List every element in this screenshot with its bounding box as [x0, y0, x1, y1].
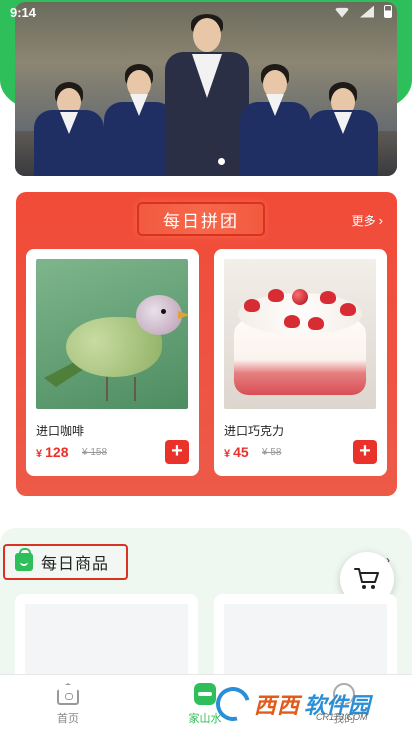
- add-to-cart-button[interactable]: +: [165, 440, 189, 464]
- product-card[interactable]: 进口咖啡 ¥128 ¥ 158 +: [26, 249, 199, 476]
- product-image[interactable]: [224, 259, 376, 409]
- currency-symbol: ¥: [36, 448, 43, 460]
- banner-person: [237, 26, 313, 176]
- watermark-url: CR173.COM: [316, 712, 368, 722]
- shopping-bag-icon: [15, 548, 33, 571]
- product-name: 进口巧克力: [224, 424, 285, 438]
- watermark-logo-icon: [209, 680, 257, 728]
- group-buy-title: 每日拼团: [163, 211, 239, 231]
- product-price: ¥128: [36, 444, 68, 460]
- battery-icon: [384, 5, 392, 18]
- daily-goods-title-box: 每日商品: [3, 544, 128, 580]
- banner-person: [31, 36, 107, 176]
- group-buy-section: 每日拼团 更多 › 进口咖啡 ¥128 ¥ 158 + 进口巧克力 ¥ 45 ¥…: [16, 192, 397, 496]
- product-card[interactable]: 进口巧克力 ¥45 ¥ 58 +: [214, 249, 387, 476]
- goods-card[interactable]: [214, 594, 397, 684]
- status-icons: [334, 5, 392, 18]
- product-price: ¥45: [224, 444, 249, 460]
- banner-indicator-dot[interactable]: [218, 158, 225, 165]
- product-original-price: ¥ 58: [262, 447, 282, 458]
- tab-label: 首页: [57, 713, 79, 725]
- status-bar: 9:14: [0, 0, 412, 26]
- more-label: 更多: [351, 214, 376, 228]
- chevron-right-icon: ›: [378, 212, 383, 228]
- goods-image-placeholder: [25, 604, 188, 684]
- home-icon: [57, 683, 79, 705]
- watermark-brand: 西西: [254, 693, 301, 718]
- status-time: 9:14: [10, 5, 37, 20]
- group-buy-more-link[interactable]: 更多 ›: [352, 212, 383, 229]
- cart-icon: [354, 568, 379, 589]
- goods-image-placeholder: [224, 604, 387, 684]
- currency-symbol: ¥: [224, 448, 231, 460]
- group-buy-title-box: 每日拼团: [137, 202, 265, 236]
- price-value: 128: [45, 444, 69, 460]
- product-image[interactable]: [36, 259, 188, 409]
- app-screen: 9:14 每日拼团 更多 › 进口咖啡 ¥ 128 ¥ 158 + 进口巧克力 …: [0, 0, 412, 732]
- product-name: 进口咖啡: [36, 424, 85, 438]
- tab-home[interactable]: 首页: [33, 683, 103, 726]
- wifi-icon: [334, 7, 350, 18]
- banner-person: [305, 36, 381, 176]
- product-original-price: ¥ 158: [82, 447, 108, 458]
- daily-goods-title: 每日商品: [41, 556, 110, 573]
- goods-card[interactable]: [15, 594, 198, 684]
- price-value: 45: [233, 444, 249, 460]
- watermark: 西西 软件园 CR173.COM: [209, 680, 391, 728]
- add-to-cart-button[interactable]: +: [353, 440, 377, 464]
- banner-carousel[interactable]: [15, 2, 397, 176]
- family-icon: [194, 683, 216, 705]
- signal-icon: [360, 5, 374, 18]
